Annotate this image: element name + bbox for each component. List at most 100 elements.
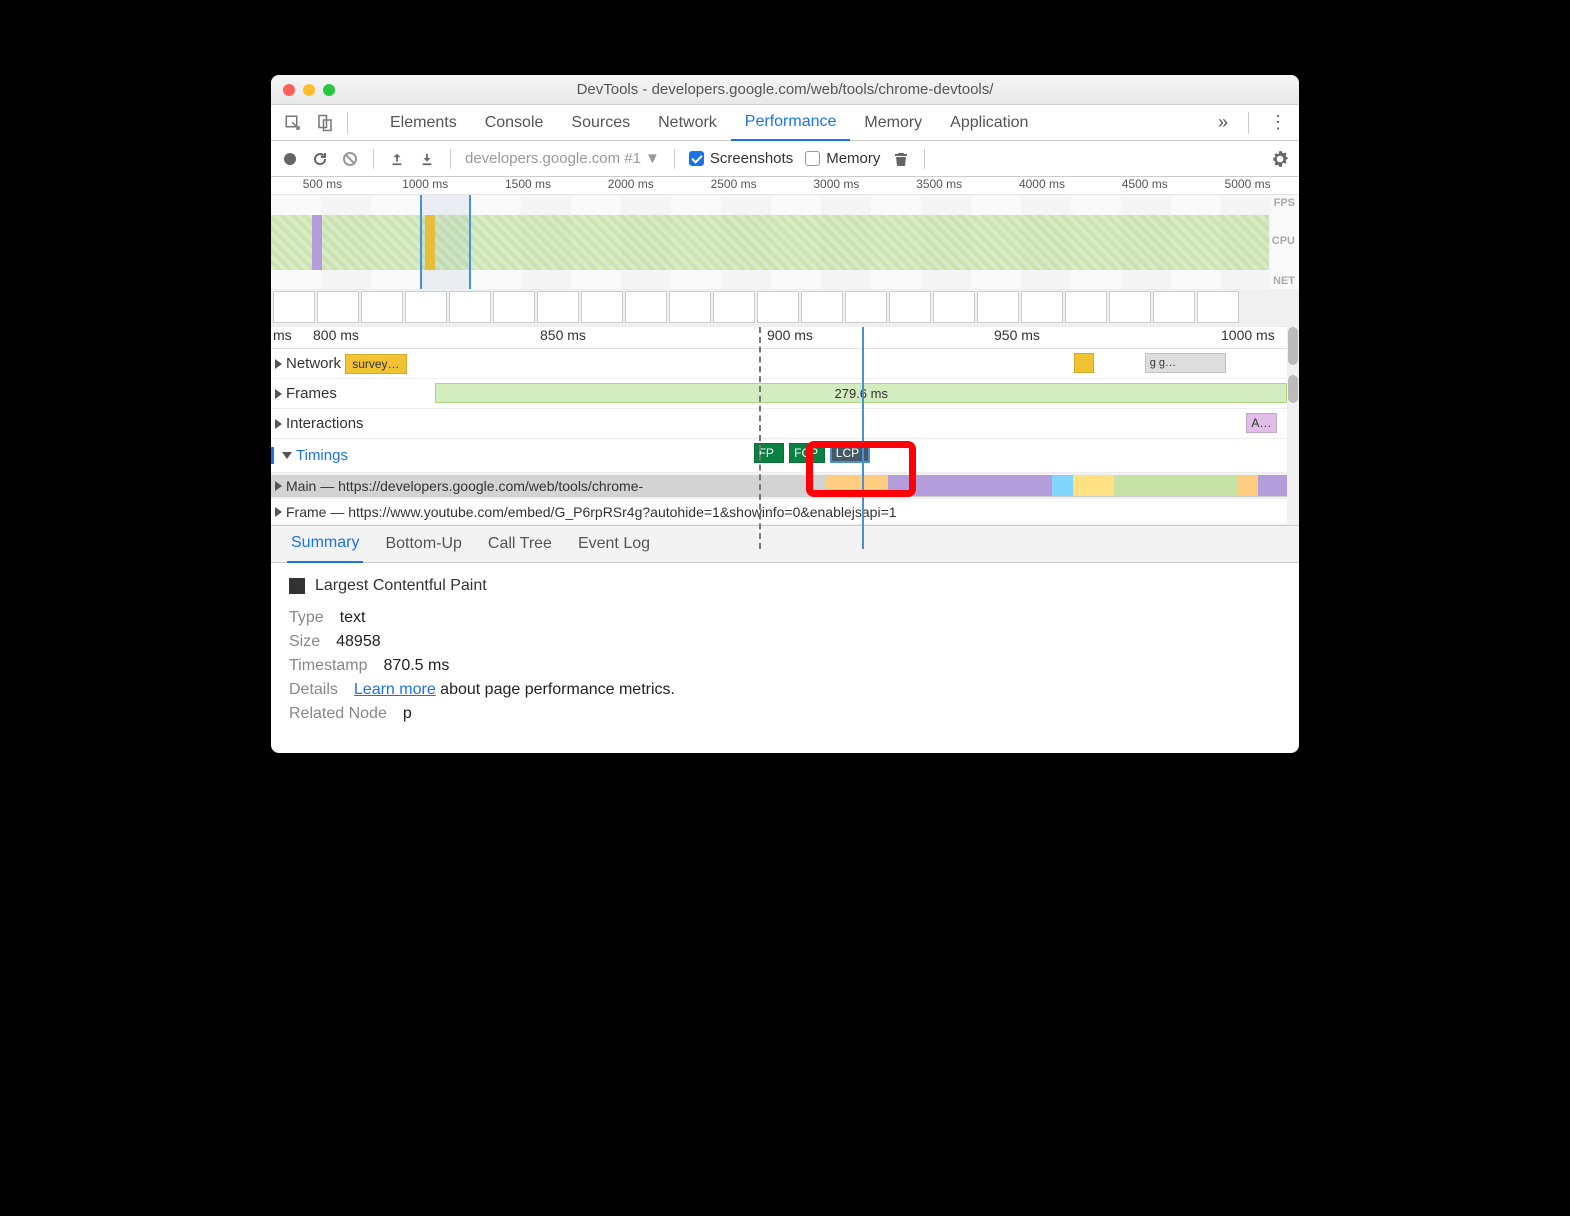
thumbnail[interactable] (493, 291, 535, 323)
filmstrip (271, 289, 1299, 327)
separator (924, 149, 925, 169)
screenshots-checkbox[interactable]: Screenshots (689, 150, 793, 167)
fps-label: FPS (1274, 197, 1295, 209)
det-tick: ms (271, 327, 311, 348)
ov-tick: 3000 ms (785, 177, 888, 194)
ov-tick: 5000 ms (1196, 177, 1299, 194)
label-type: Type (289, 609, 324, 627)
thumbnail[interactable] (1197, 291, 1239, 323)
expand-icon[interactable] (275, 359, 282, 369)
expand-icon[interactable] (275, 507, 282, 517)
det-tick: 900 ms (765, 327, 992, 348)
ov-tick: 2000 ms (579, 177, 682, 194)
thumbnail[interactable] (449, 291, 491, 323)
scrollbar-thumb[interactable] (1288, 375, 1298, 403)
row-interactions[interactable]: Interactions A… (271, 409, 1299, 439)
btab-summary[interactable]: Summary (287, 525, 363, 563)
clear-icon[interactable] (341, 150, 359, 168)
divider (347, 112, 348, 134)
btab-event-log[interactable]: Event Log (574, 525, 654, 563)
thumbnail[interactable] (581, 291, 623, 323)
row-title: Timings (296, 447, 348, 464)
network-item[interactable] (1074, 353, 1094, 373)
upload-icon[interactable] (388, 150, 406, 168)
overview-strip[interactable]: 500 ms 1000 ms 1500 ms 2000 ms 2500 ms 3… (271, 177, 1299, 327)
thumbnail[interactable] (625, 291, 667, 323)
devtools-window: DevTools - developers.google.com/web/too… (271, 75, 1299, 753)
thumbnail[interactable] (273, 291, 315, 323)
memory-label: Memory (826, 150, 880, 167)
thumbnail[interactable] (1153, 291, 1195, 323)
trash-icon[interactable] (892, 150, 910, 168)
recording-dropdown[interactable]: developers.google.com #1 ▼ (465, 150, 660, 167)
thumbnail[interactable] (405, 291, 447, 323)
thumbnail[interactable] (977, 291, 1019, 323)
collapse-icon[interactable] (282, 452, 292, 459)
thumbnail[interactable] (317, 291, 359, 323)
tab-application[interactable]: Application (936, 105, 1042, 141)
marker-current[interactable] (862, 327, 864, 549)
timing-lcp[interactable]: LCP (830, 443, 871, 463)
checkbox-icon (689, 151, 704, 166)
thumbnail[interactable] (361, 291, 403, 323)
tab-sources[interactable]: Sources (557, 105, 644, 141)
row-frame[interactable]: Frame — https://www.youtube.com/embed/G_… (271, 499, 1299, 525)
expand-icon[interactable] (275, 481, 282, 491)
thumbnail[interactable] (801, 291, 843, 323)
row-timings[interactable]: Timings FP FCP LCP (271, 439, 1299, 473)
tab-elements[interactable]: Elements (376, 105, 471, 141)
kebab-menu-icon[interactable]: ⋮ (1257, 112, 1299, 133)
inspect-icon[interactable] (283, 113, 303, 133)
tab-performance[interactable]: Performance (731, 105, 851, 141)
thumbnail[interactable] (845, 291, 887, 323)
timing-fcp[interactable]: FCP (789, 443, 825, 463)
tab-memory[interactable]: Memory (850, 105, 936, 141)
label-size: Size (289, 633, 320, 651)
memory-checkbox[interactable]: Memory (805, 150, 880, 167)
window-title: DevTools - developers.google.com/web/too… (271, 81, 1299, 98)
thumbnail[interactable] (1065, 291, 1107, 323)
thumbnail[interactable] (537, 291, 579, 323)
overview-body[interactable]: FPS CPU NET (271, 195, 1299, 327)
thumbnail[interactable] (669, 291, 711, 323)
device-icon[interactable] (315, 113, 335, 133)
thumbnail[interactable] (713, 291, 755, 323)
devtools-tabs: Elements Console Sources Network Perform… (271, 105, 1299, 141)
marker-dashed (759, 327, 761, 549)
interaction-item[interactable]: A… (1246, 413, 1276, 433)
thumbnail[interactable] (1109, 291, 1151, 323)
expand-icon[interactable] (275, 389, 282, 399)
btab-bottom-up[interactable]: Bottom-Up (381, 525, 465, 563)
record-icon[interactable] (281, 150, 299, 168)
learn-more-link[interactable]: Learn more (354, 681, 436, 698)
gear-icon[interactable] (1271, 150, 1289, 168)
row-title: Frame — https://www.youtube.com/embed/G_… (286, 504, 897, 520)
summary-tabs: Summary Bottom-Up Call Tree Event Log (271, 525, 1299, 563)
timing-fp[interactable]: FP (754, 443, 784, 463)
value-related-node[interactable]: p (403, 705, 412, 723)
thumbnail[interactable] (757, 291, 799, 323)
row-network[interactable]: Network survey… g g… (271, 349, 1299, 379)
event-swatch (289, 578, 305, 594)
expand-icon[interactable] (275, 419, 282, 429)
ov-tick: 3500 ms (888, 177, 991, 194)
more-tabs-icon[interactable]: » (1206, 112, 1240, 133)
scrollbar-thumb[interactable] (1288, 327, 1298, 365)
network-chip[interactable]: survey… (345, 354, 406, 374)
btab-call-tree[interactable]: Call Tree (484, 525, 556, 563)
recording-label: developers.google.com #1 (465, 150, 641, 167)
flame-chart[interactable]: ms 800 ms 850 ms 900 ms 950 ms 1000 ms N… (271, 327, 1299, 525)
thumbnail[interactable] (1021, 291, 1063, 323)
value-size: 48958 (336, 633, 381, 651)
thumbnail[interactable] (889, 291, 931, 323)
download-icon[interactable] (418, 150, 436, 168)
tab-console[interactable]: Console (471, 105, 558, 141)
network-item[interactable]: g g… (1145, 353, 1226, 373)
row-frames[interactable]: Frames 279.6 ms (271, 379, 1299, 409)
reload-icon[interactable] (311, 150, 329, 168)
thumbnail[interactable] (933, 291, 975, 323)
details-tail: about page performance metrics. (436, 681, 675, 698)
row-main[interactable]: Main — https://developers.google.com/web… (271, 473, 1299, 499)
scrollbar-track[interactable] (1287, 327, 1299, 525)
tab-network[interactable]: Network (644, 105, 731, 141)
